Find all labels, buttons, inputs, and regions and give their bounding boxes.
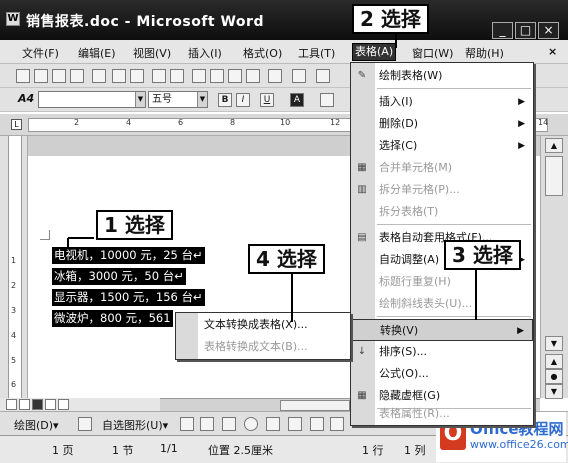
callout-leaders (67, 34, 477, 322)
